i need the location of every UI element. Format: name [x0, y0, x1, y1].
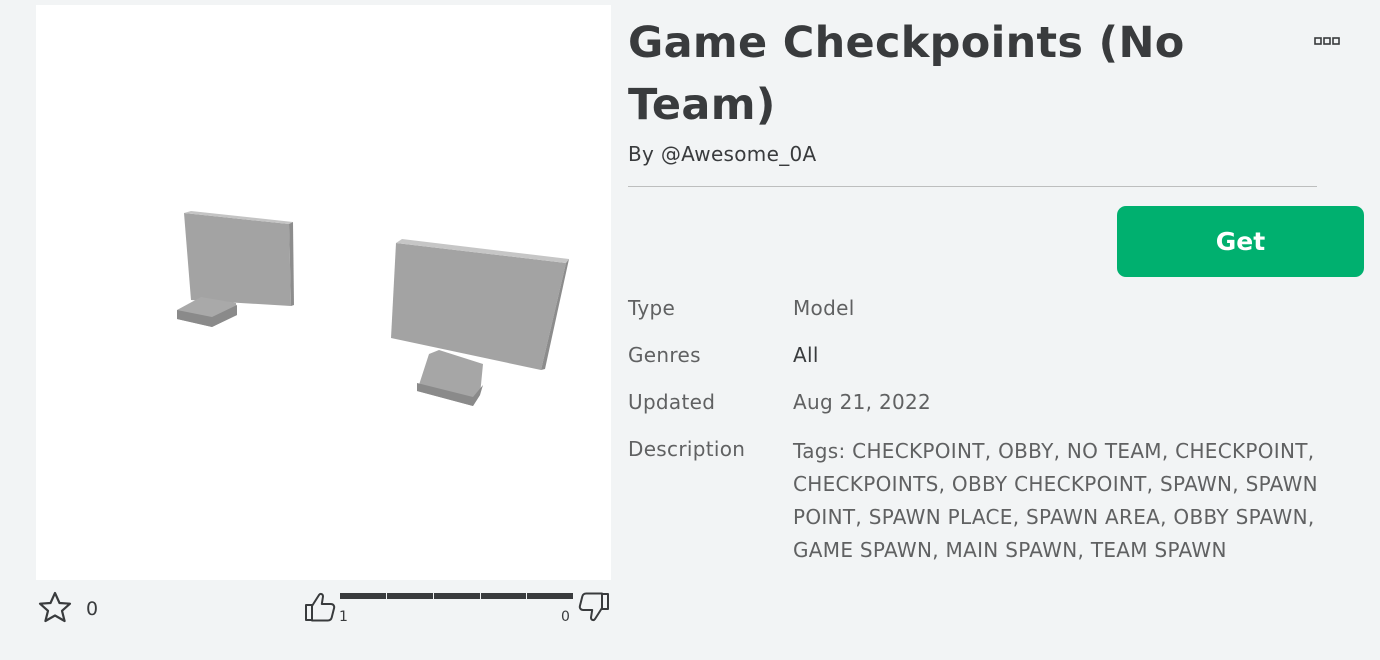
thumbs-up-icon[interactable] — [304, 590, 338, 628]
description-label: Description — [628, 437, 746, 461]
type-label: Type — [628, 296, 676, 320]
genres-label: Genres — [628, 343, 701, 367]
checkpoint-model-render — [177, 211, 569, 406]
description-text: Tags: CHECKPOINT, OBBY, NO TEAM, CHECKPO… — [793, 439, 1318, 562]
thumbs-down-icon[interactable] — [576, 590, 610, 628]
genres-value[interactable]: All — [793, 343, 819, 367]
downvote-count: 0 — [561, 609, 570, 625]
more-options-icon[interactable] — [1314, 34, 1340, 50]
get-button[interactable]: Get — [1117, 206, 1364, 277]
vote-ratio-bar — [340, 593, 573, 599]
favorite-button[interactable]: 0 — [38, 591, 99, 627]
updated-value: Aug 21, 2022 — [793, 390, 932, 414]
item-thumbnail — [36, 5, 611, 580]
favorite-count: 0 — [86, 598, 99, 620]
large-sign-face — [391, 243, 566, 370]
type-value: Model — [793, 296, 855, 320]
upvote-count: 1 — [339, 609, 348, 625]
divider — [628, 186, 1317, 187]
small-sign-face — [184, 213, 291, 306]
vote-bar: 1 0 — [304, 588, 610, 628]
updated-label: Updated — [628, 390, 716, 414]
creator-link[interactable]: By @Awesome_0A — [628, 142, 817, 166]
item-title: Game Checkpoints (No Team) — [628, 18, 1185, 130]
star-outline-icon — [38, 591, 72, 627]
